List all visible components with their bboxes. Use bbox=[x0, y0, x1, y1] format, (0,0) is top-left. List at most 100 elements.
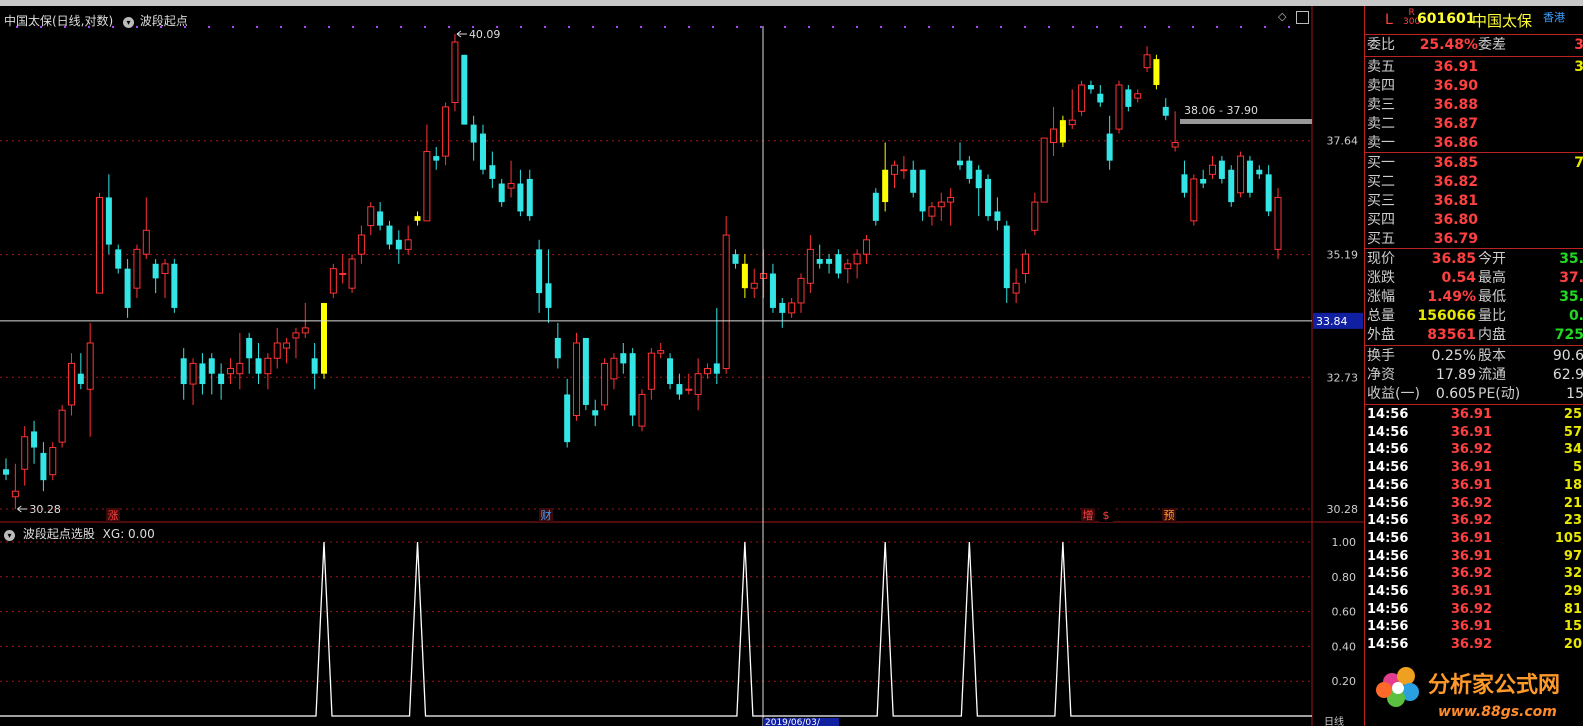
candle-body bbox=[910, 169, 917, 193]
tick-price: 36.92 bbox=[1450, 637, 1492, 653]
bid-price: 36.85 bbox=[1433, 155, 1478, 171]
stat-value: 156066 bbox=[1417, 308, 1476, 324]
candle-body bbox=[797, 277, 805, 304]
indicator-name[interactable]: 波段起点 bbox=[140, 14, 188, 28]
stat-label: PE(动) bbox=[1478, 386, 1521, 402]
candle-body bbox=[115, 249, 122, 269]
stat-label: 股本 bbox=[1478, 348, 1506, 364]
divider bbox=[1365, 34, 1583, 35]
stat-label: 外盘 bbox=[1367, 327, 1395, 343]
tick-volume: 32 bbox=[1563, 566, 1582, 582]
stat-label: 最高 bbox=[1478, 270, 1506, 286]
indicator-layer bbox=[0, 541, 1312, 717]
candle-body bbox=[357, 234, 365, 255]
candle-body bbox=[433, 156, 440, 161]
stat-value: 0.605 bbox=[1435, 386, 1476, 402]
candle-body bbox=[489, 165, 496, 179]
candle-body bbox=[105, 197, 112, 245]
candle-body bbox=[806, 248, 814, 284]
tick-volume: 25 bbox=[1563, 407, 1582, 422]
stat-row: 现价 36.85 今开 35. bbox=[1365, 250, 1583, 269]
weicha-value: 3 bbox=[1574, 37, 1583, 53]
ask-price: 36.87 bbox=[1433, 116, 1478, 132]
dot-marker bbox=[328, 26, 330, 28]
subchart-title[interactable]: 波段起点选股 bbox=[23, 527, 95, 541]
divider bbox=[1365, 56, 1583, 57]
stat-label: 流通 bbox=[1478, 367, 1506, 383]
divider bbox=[1365, 404, 1583, 405]
range-bar bbox=[1180, 119, 1312, 124]
candle-body bbox=[1115, 84, 1123, 130]
price-tick-label: 30.28 bbox=[1327, 503, 1359, 516]
candle-body bbox=[301, 327, 309, 334]
candle-body bbox=[386, 225, 393, 245]
bid-row: 买五 36.79 bbox=[1365, 230, 1583, 249]
tick-volume: 34 bbox=[1563, 442, 1582, 458]
ask-row: 卖四 36.90 bbox=[1365, 77, 1583, 96]
candle-body bbox=[442, 106, 450, 157]
dot-marker bbox=[1072, 26, 1074, 28]
tick-price: 36.91 bbox=[1450, 619, 1492, 635]
dot-marker bbox=[712, 26, 714, 28]
candle-body bbox=[77, 373, 84, 385]
event-marker: $ bbox=[1103, 509, 1110, 522]
stat-value: 62.9 bbox=[1552, 367, 1583, 383]
candle-body bbox=[957, 160, 963, 166]
candle-body bbox=[582, 337, 589, 405]
candle-body bbox=[377, 211, 384, 226]
mark-l: L bbox=[1385, 12, 1393, 28]
candle-body bbox=[21, 436, 29, 470]
chevron-down-icon[interactable]: ▾ bbox=[4, 530, 15, 541]
tick-row: 14:56 36.91 25 bbox=[1365, 406, 1583, 424]
candle-body bbox=[133, 248, 141, 289]
candle-body bbox=[311, 358, 318, 374]
candle-body bbox=[480, 133, 486, 170]
candle-body bbox=[667, 358, 674, 385]
chart-title[interactable]: 中国太保(日线,对数) bbox=[4, 14, 113, 28]
stat-row: 外盘 83561 内盘 725 bbox=[1365, 326, 1583, 345]
candle-body bbox=[1087, 85, 1094, 90]
tick-volume: 5 bbox=[1572, 460, 1582, 476]
chevron-down-icon[interactable]: ▾ bbox=[123, 17, 135, 28]
candle-body bbox=[732, 254, 739, 264]
candle-body bbox=[975, 169, 982, 189]
dot-marker bbox=[424, 26, 426, 28]
candle-body bbox=[86, 342, 94, 390]
diamond-icon[interactable]: ◇ bbox=[1278, 10, 1286, 23]
candle-body bbox=[1012, 282, 1020, 294]
candle-body bbox=[1021, 253, 1029, 275]
tick-row: 14:56 36.91 29 bbox=[1365, 583, 1583, 601]
range-label: 38.06 - 37.90 bbox=[1184, 104, 1258, 117]
bid-row: 买三 36.81 bbox=[1365, 192, 1583, 211]
candle-body bbox=[1274, 196, 1282, 250]
candle-body bbox=[58, 409, 66, 443]
dot-marker bbox=[808, 26, 810, 28]
kline-chart[interactable]: 40.0930.2838.06 - 37.90涨财增 $ 预 37.6435.193… bbox=[0, 6, 1364, 726]
hk-badge[interactable]: 香港 bbox=[1543, 9, 1565, 25]
window-restore-icon[interactable] bbox=[1295, 10, 1309, 24]
dot-marker bbox=[616, 26, 618, 28]
indicator-tick-label: 0.40 bbox=[1332, 640, 1357, 653]
candle-body bbox=[722, 234, 730, 370]
candle-body bbox=[947, 196, 955, 203]
dot-marker bbox=[520, 26, 522, 28]
dot-marker bbox=[688, 26, 690, 28]
candle-body bbox=[1097, 93, 1104, 103]
stat-label: 换手 bbox=[1367, 348, 1395, 364]
ask-row: 卖三 36.88 bbox=[1365, 96, 1583, 115]
dot-marker bbox=[856, 26, 858, 28]
candle-body bbox=[1134, 93, 1142, 99]
price-tick-label: 32.73 bbox=[1327, 371, 1359, 384]
date-label: 2019/06/03/ bbox=[765, 718, 821, 726]
dot-marker bbox=[1240, 26, 1242, 28]
candle-body bbox=[564, 394, 571, 443]
weibi-label: 委比 bbox=[1367, 37, 1395, 53]
candle-body bbox=[1171, 142, 1179, 148]
flower-icon bbox=[1376, 667, 1419, 707]
candle-body bbox=[339, 273, 347, 276]
low-arrow-icon bbox=[17, 505, 28, 513]
bid-row: 买一 36.85 7 bbox=[1365, 154, 1583, 173]
candle-body bbox=[985, 178, 992, 217]
candle-body bbox=[367, 206, 375, 227]
stock-code: 601601 bbox=[1417, 11, 1476, 27]
